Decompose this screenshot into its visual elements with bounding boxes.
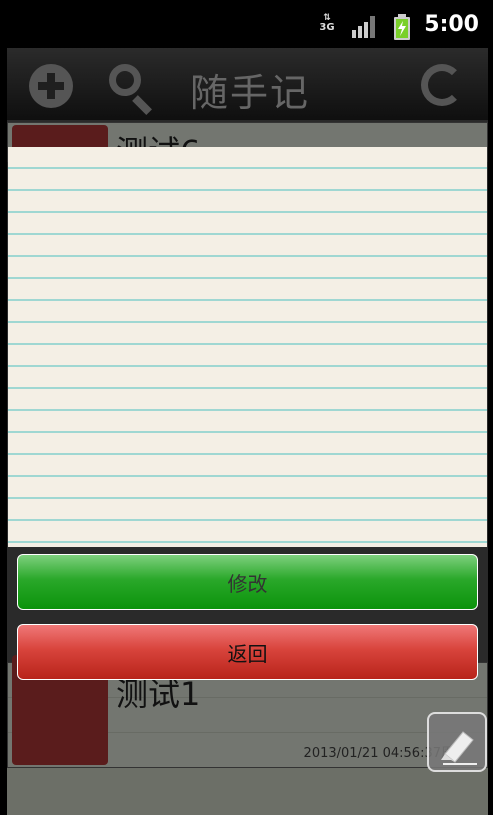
eraser-edit-icon	[441, 731, 477, 765]
edit-button[interactable]: 修改	[17, 554, 478, 610]
search-icon[interactable]	[109, 64, 155, 115]
back-button[interactable]: 返回	[17, 624, 478, 680]
dialog-button-panel: 修改 返回	[7, 547, 488, 687]
network-type-label: 3G	[319, 22, 335, 33]
app-title: 随手记	[190, 71, 311, 115]
status-bar: ⇅ 3G 5:00	[0, 0, 493, 48]
floating-edit-button[interactable]	[427, 712, 487, 772]
note-list-footer	[7, 768, 488, 815]
network-3g-icon: ⇅ 3G	[319, 13, 335, 34]
battery-charging-icon	[394, 14, 410, 40]
note-content-paper[interactable]	[8, 147, 487, 547]
refresh-icon[interactable]	[421, 64, 463, 106]
signal-icon	[352, 16, 375, 38]
clock: 5:00	[424, 12, 479, 37]
add-icon[interactable]	[29, 64, 73, 108]
title-bar: 随手记	[7, 48, 488, 120]
